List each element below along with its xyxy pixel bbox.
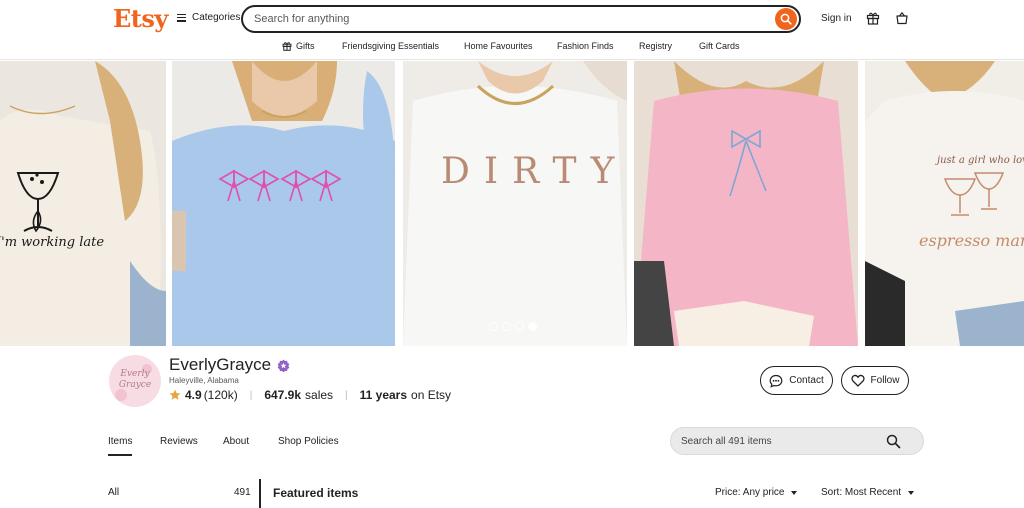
carousel-dot[interactable]	[515, 322, 524, 331]
banner-image	[634, 61, 858, 346]
tab-reviews[interactable]: Reviews	[160, 436, 198, 447]
banner-image: just a girl who loves espresso marti	[865, 61, 1024, 346]
follow-button[interactable]: Follow	[841, 366, 909, 395]
shopping-bag-icon	[896, 11, 908, 25]
banner-shirt-text: espresso marti	[919, 231, 1024, 250]
shop-stats: 4.9 (120k) | 647.9k sales | 11 years on …	[169, 388, 451, 402]
featured-items-title: Featured items	[273, 486, 359, 500]
rating-star-icon	[169, 389, 181, 400]
heart-icon	[850, 374, 865, 387]
nav-item-gift-cards[interactable]: Gift Cards	[699, 41, 740, 51]
search-input[interactable]	[254, 10, 754, 28]
chevron-down-icon	[908, 490, 915, 495]
banner-image: I'm working late	[0, 61, 166, 346]
shop-review-count[interactable]: (120k)	[204, 388, 238, 402]
nav-item-registry[interactable]: Registry	[639, 41, 672, 51]
shop-search-input[interactable]	[681, 434, 881, 448]
etsy-logo[interactable]: Etsy	[113, 4, 168, 33]
section-all[interactable]: All	[108, 487, 119, 498]
tab-about[interactable]: About	[223, 436, 249, 447]
follow-label: Follow	[870, 375, 900, 386]
banner-shirt-text: just a girl who loves	[937, 155, 1024, 166]
nav-item-label: Gifts	[296, 41, 315, 51]
shop-rating: 4.9	[185, 388, 202, 402]
shop-years-label: on Etsy	[411, 388, 452, 402]
tab-items[interactable]: Items	[108, 436, 133, 456]
stats-divider: |	[345, 389, 348, 401]
hamburger-icon	[177, 13, 186, 22]
nav-item-friendsgiving[interactable]: Friendsgiving Essentials	[342, 41, 439, 51]
contact-button[interactable]: Contact	[760, 366, 833, 395]
nav-item-home-favourites[interactable]: Home Favourites	[464, 41, 533, 51]
banner-image	[172, 61, 395, 346]
carousel-dot[interactable]	[489, 322, 498, 331]
search-button[interactable]	[775, 8, 797, 30]
section-divider	[259, 479, 261, 508]
banner-shirt-text: DIRTY	[441, 151, 627, 192]
carousel-dot-active[interactable]	[528, 322, 537, 331]
price-filter-label: Price: Any price	[715, 487, 785, 498]
gift-icon	[282, 42, 292, 51]
tab-shop-policies[interactable]: Shop Policies	[278, 436, 339, 447]
banner-image: DIRTY	[403, 61, 627, 346]
section-all-count: 491	[234, 487, 251, 498]
chat-bubble-icon	[769, 374, 783, 388]
shop-search-bar	[670, 427, 924, 455]
chevron-down-icon	[791, 490, 798, 495]
shop-sales-value: 647.9k	[264, 388, 302, 402]
banner-shirt-text: I'm working late	[0, 235, 105, 250]
sign-in-link[interactable]: Sign in	[821, 13, 852, 24]
sort-label: Sort: Most Recent	[821, 487, 902, 498]
shop-banner[interactable]: I'm working late DIRTY just a girl who l…	[0, 61, 1024, 346]
search-icon	[780, 13, 792, 25]
avatar-text: Everly Grayce	[118, 369, 152, 390]
cart-button[interactable]	[894, 10, 910, 26]
nav-item-gifts[interactable]: Gifts	[282, 41, 315, 51]
search-bar	[241, 5, 801, 33]
shop-sales-label: sales	[305, 388, 334, 402]
star-seller-badge-icon	[277, 359, 290, 372]
search-icon[interactable]	[886, 434, 901, 449]
contact-label: Contact	[789, 375, 824, 386]
gift-button[interactable]	[865, 10, 881, 26]
shop-location: Haleyville, Alabama	[169, 376, 239, 385]
categories-label: Categories	[192, 12, 241, 23]
shop-years-value: 11 years	[359, 388, 408, 402]
site-header: Etsy Categories Sign in	[0, 0, 1024, 60]
gift-icon	[866, 12, 880, 25]
shop-avatar: Everly Grayce	[109, 355, 161, 407]
categories-button[interactable]: Categories	[177, 12, 240, 23]
price-filter-dropdown[interactable]: Price: Any price	[715, 487, 798, 498]
category-nav: Gifts Friendsgiving Essentials Home Favo…	[0, 38, 1024, 58]
carousel-dot[interactable]	[502, 322, 511, 331]
shop-name: EverlyGrayce	[169, 355, 272, 374]
stats-divider: |	[249, 389, 253, 401]
sort-dropdown[interactable]: Sort: Most Recent	[821, 487, 915, 498]
carousel-dots	[489, 322, 537, 331]
nav-item-fashion-finds[interactable]: Fashion Finds	[557, 41, 614, 51]
